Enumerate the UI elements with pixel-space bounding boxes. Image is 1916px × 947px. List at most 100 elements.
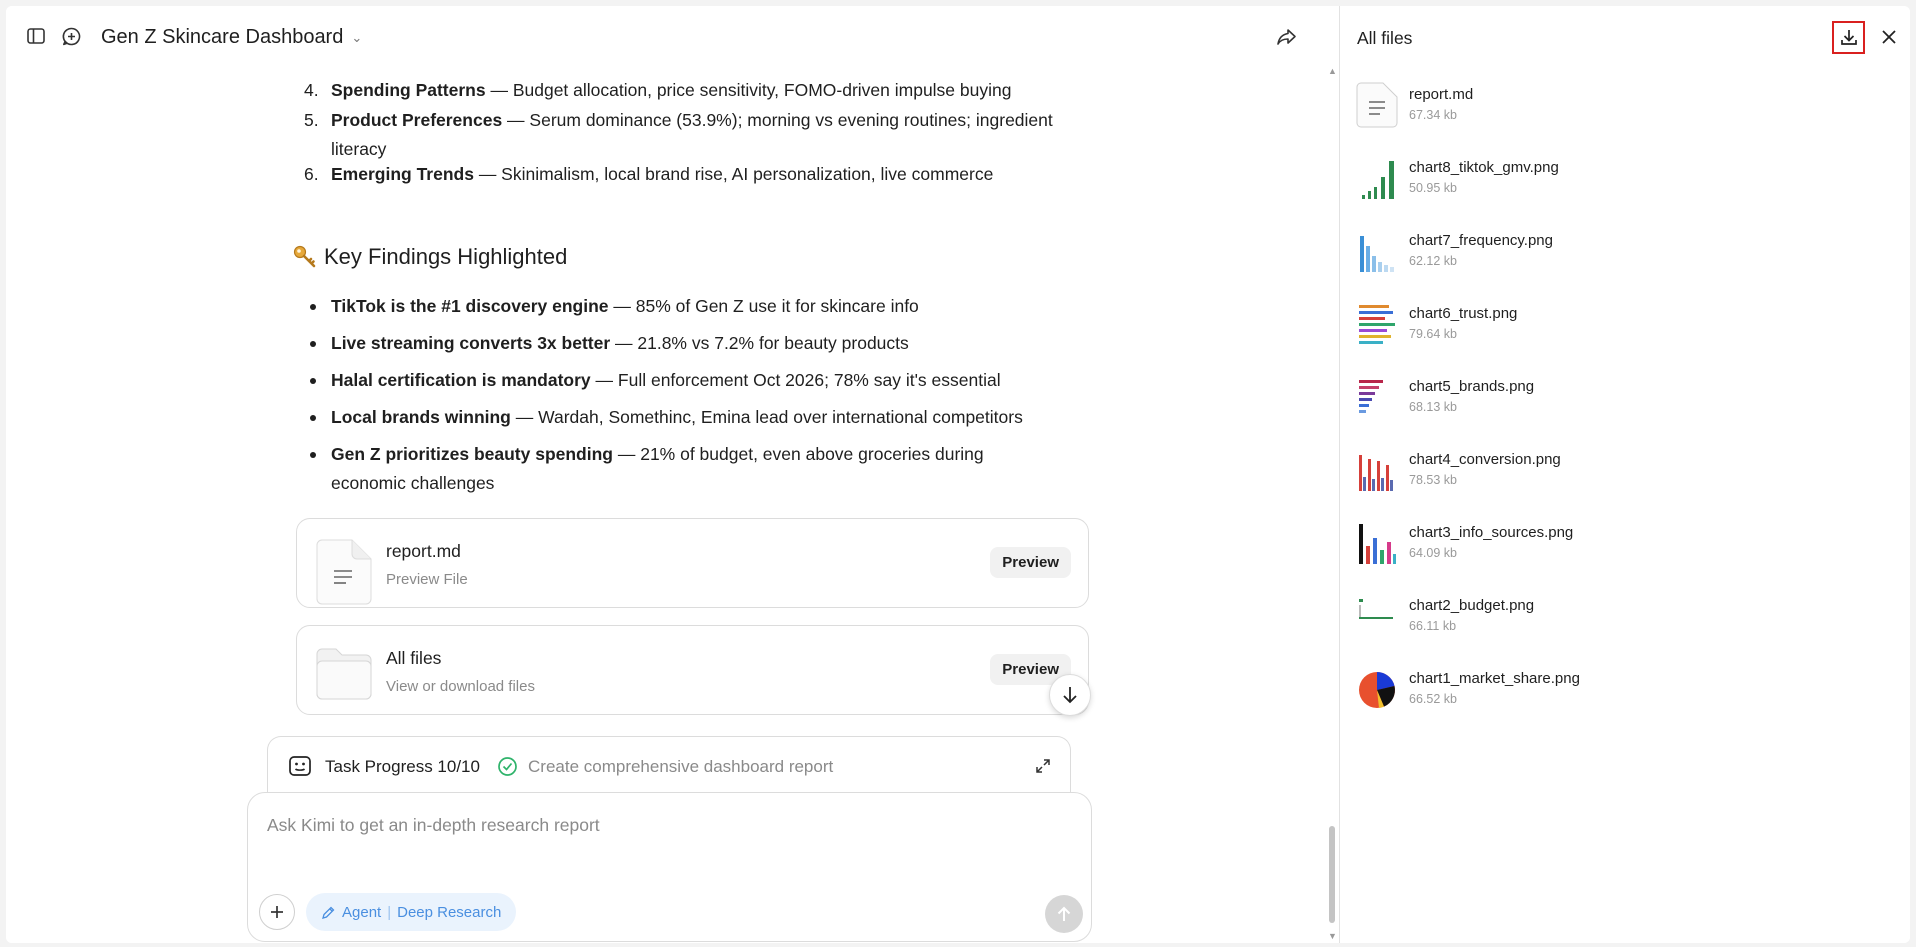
- file-name: chart4_conversion.png: [1409, 451, 1561, 468]
- pen-icon: [321, 905, 336, 920]
- file-size: 64.09 kb: [1409, 546, 1457, 560]
- list-number: 5.: [304, 110, 319, 130]
- chat-pane: Gen Z Skincare Dashboard ⌄ 4. Spending P…: [6, 6, 1339, 943]
- file-row-chart8[interactable]: chart8_tiktok_gmv.png 50.95 kb: [1356, 151, 1886, 211]
- list-item: Halal certification is mandatory — Full …: [296, 366, 1096, 395]
- key-icon: [292, 244, 318, 270]
- file-row-chart3[interactable]: chart3_info_sources.png 64.09 kb: [1356, 516, 1886, 576]
- chart-thumbnail: [1356, 593, 1398, 639]
- send-button[interactable]: [1045, 895, 1083, 933]
- bar-chart-thumbnail: [1356, 374, 1398, 420]
- file-size: 79.64 kb: [1409, 327, 1457, 341]
- scroll-to-bottom-button[interactable]: [1049, 674, 1091, 716]
- close-panel-button[interactable]: [1875, 23, 1903, 51]
- app-window: Gen Z Skincare Dashboard ⌄ 4. Spending P…: [6, 6, 1910, 943]
- bullet-dot: [310, 304, 316, 310]
- list-item: Local brands winning — Wardah, Somethinc…: [296, 403, 1096, 432]
- list-item-title: Product Preferences: [331, 110, 503, 130]
- bar-chart-thumbnail: [1356, 301, 1398, 347]
- mode-label: Deep Research: [397, 903, 502, 921]
- file-row-report[interactable]: report.md 67.34 kb: [1356, 78, 1886, 138]
- file-card-report[interactable]: report.md Preview File Preview: [296, 518, 1089, 608]
- finding-text: — 21.8% vs 7.2% for beauty products: [610, 333, 909, 353]
- list-item-text: — Skinimalism, local brand rise, AI pers…: [473, 164, 994, 184]
- composer-input[interactable]: Ask Kimi to get an in-depth research rep…: [267, 815, 600, 836]
- bar-chart-thumbnail: [1356, 520, 1398, 566]
- file-row-chart1[interactable]: chart1_market_share.png 66.52 kb: [1356, 662, 1886, 722]
- file-card-name: report.md: [386, 541, 461, 561]
- finding-title: Gen Z prioritizes beauty spending: [331, 444, 613, 464]
- finding-text: — 85% of Gen Z use it for skincare info: [608, 296, 919, 316]
- list-number: 4.: [304, 80, 319, 100]
- finding-text: — Wardah, Somethinc, Emina lead over int…: [510, 407, 1023, 427]
- chat-title-dropdown[interactable]: Gen Z Skincare Dashboard ⌄: [101, 26, 362, 49]
- list-item-text: — Budget allocation, price sensitivity, …: [485, 80, 1012, 100]
- vertical-scrollbar[interactable]: ▲ ▼: [1326, 62, 1338, 943]
- scrollbar-thumb[interactable]: [1329, 826, 1335, 923]
- file-row-chart6[interactable]: chart6_trust.png 79.64 kb: [1356, 297, 1886, 357]
- file-row-chart5[interactable]: chart5_brands.png 68.13 kb: [1356, 370, 1886, 430]
- bullet-dot: [310, 415, 316, 421]
- file-row-chart2[interactable]: chart2_budget.png 66.11 kb: [1356, 589, 1886, 649]
- download-icon: [1839, 28, 1859, 48]
- file-name: chart1_market_share.png: [1409, 670, 1580, 687]
- file-card-subtitle: Preview File: [386, 571, 468, 588]
- download-all-button[interactable]: [1832, 21, 1865, 54]
- arrow-down-icon: [1061, 685, 1079, 705]
- section-heading-text: Key Findings Highlighted: [324, 244, 568, 269]
- robot-icon: [288, 754, 312, 778]
- sidebar-toggle-icon[interactable]: [24, 24, 48, 48]
- scroll-up-arrow-icon[interactable]: ▲: [1328, 66, 1337, 76]
- add-attachment-button[interactable]: [259, 894, 295, 930]
- document-icon: [316, 539, 372, 605]
- file-size: 66.52 kb: [1409, 692, 1457, 706]
- bullet-dot: [310, 341, 316, 347]
- share-icon[interactable]: [1274, 24, 1300, 50]
- arrow-up-icon: [1056, 905, 1072, 923]
- finding-title: Local brands winning: [331, 407, 511, 427]
- file-size: 50.95 kb: [1409, 181, 1457, 195]
- top-bar: Gen Z Skincare Dashboard ⌄: [6, 6, 1339, 62]
- file-size: 66.11 kb: [1409, 619, 1457, 633]
- list-item: Live streaming converts 3x better — 21.8…: [296, 329, 1096, 358]
- preview-button[interactable]: Preview: [990, 547, 1071, 578]
- finding-text: — Full enforcement Oct 2026; 78% say it'…: [590, 370, 1001, 390]
- folder-icon: [316, 648, 372, 714]
- finding-title: Halal certification is mandatory: [331, 370, 591, 390]
- task-description: Create comprehensive dashboard report: [528, 757, 834, 776]
- chat-title: Gen Z Skincare Dashboard: [101, 26, 344, 48]
- file-row-chart7[interactable]: chart7_frequency.png 62.12 kb: [1356, 224, 1886, 284]
- file-size: 67.34 kb: [1409, 108, 1457, 122]
- file-size: 78.53 kb: [1409, 473, 1457, 487]
- task-progress-bar: Task Progress 10/10 Create comprehensive…: [267, 736, 1071, 798]
- plus-icon: [269, 904, 285, 920]
- bullet-dot: [310, 378, 316, 384]
- pie-chart-thumbnail: [1356, 666, 1398, 712]
- bar-chart-thumbnail: [1356, 447, 1398, 493]
- finding-title: Live streaming converts 3x better: [331, 333, 611, 353]
- new-chat-icon[interactable]: [59, 24, 83, 48]
- expand-icon[interactable]: [1034, 757, 1052, 775]
- composer: Ask Kimi to get an in-depth research rep…: [247, 792, 1092, 942]
- file-row-chart4[interactable]: chart4_conversion.png 78.53 kb: [1356, 443, 1886, 503]
- list-number: 6.: [304, 164, 319, 184]
- bar-chart-thumbnail: [1356, 155, 1398, 201]
- file-name: chart2_budget.png: [1409, 597, 1535, 614]
- bullet-dot: [310, 452, 316, 458]
- file-name: chart5_brands.png: [1409, 378, 1535, 395]
- file-card-name: All files: [386, 648, 442, 668]
- file-size: 62.12 kb: [1409, 254, 1457, 268]
- bar-chart-thumbnail: [1356, 228, 1398, 274]
- file-card-subtitle: View or download files: [386, 678, 535, 695]
- agent-mode-chip[interactable]: Agent | Deep Research: [306, 893, 517, 931]
- task-progress-label: Task Progress 10/10: [325, 757, 480, 776]
- file-name: chart6_trust.png: [1409, 305, 1518, 322]
- files-panel: All files report.md 67.34 kb chart8_tikt…: [1340, 6, 1910, 943]
- check-circle-icon: [497, 756, 518, 777]
- list-item-title: Spending Patterns: [331, 80, 486, 100]
- section-heading: Key Findings Highlighted: [292, 244, 567, 270]
- scroll-down-arrow-icon[interactable]: ▼: [1328, 931, 1337, 941]
- file-name: report.md: [1409, 86, 1474, 103]
- list-item: 5. Product Preferences — Serum dominance…: [296, 106, 1096, 164]
- file-card-all-files[interactable]: All files View or download files Preview: [296, 625, 1089, 715]
